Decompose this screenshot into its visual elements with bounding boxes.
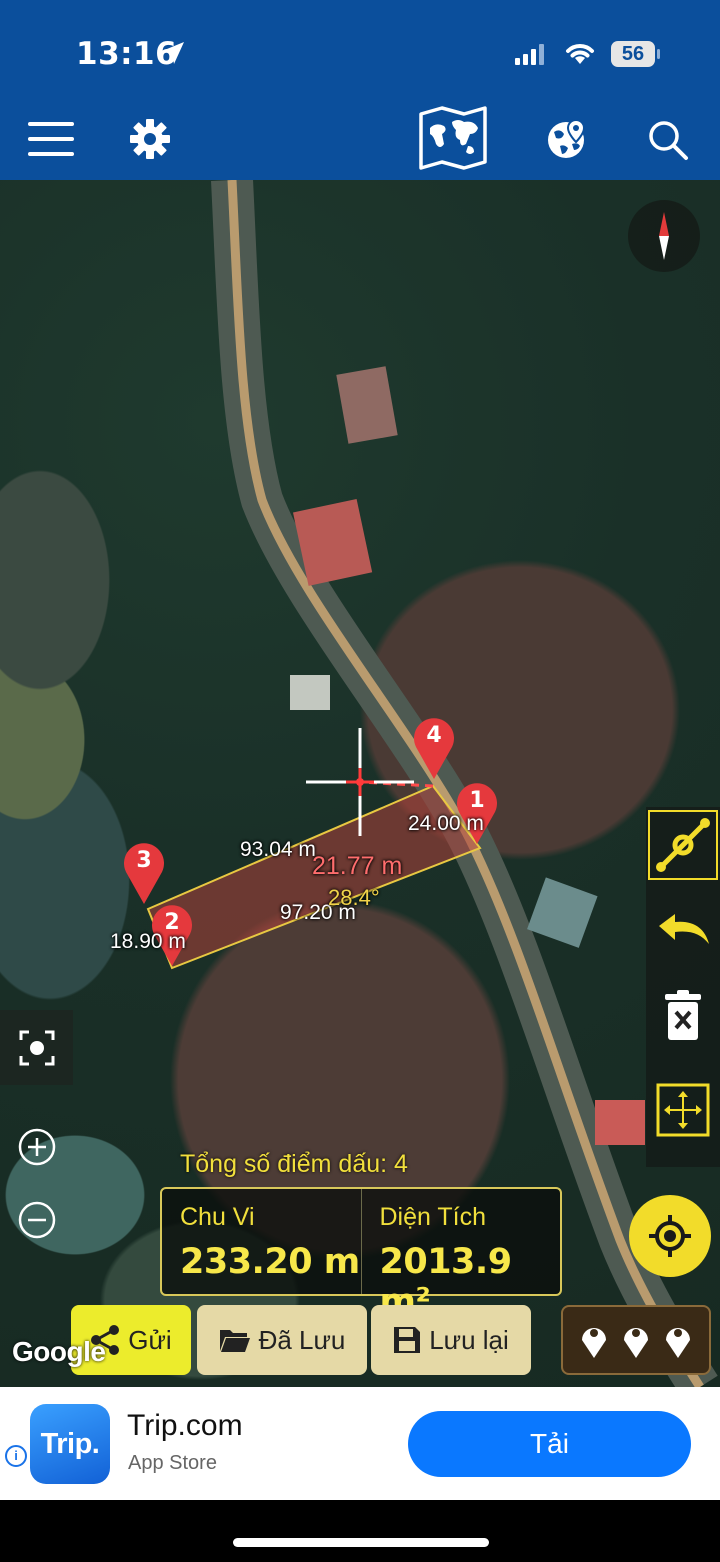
ad-banner[interactable]: i Trip. Trip.com App Store Tải	[0, 1387, 720, 1500]
perimeter-value: 233.20 m	[180, 1242, 360, 1282]
plus-circle-icon	[18, 1128, 55, 1166]
location-arrow-icon	[162, 42, 184, 64]
expand-icon	[656, 1083, 710, 1137]
map-pins-icon	[582, 1328, 690, 1358]
segment-label-top: 93.04 m	[240, 838, 316, 861]
ad-store-name: App Store	[128, 1452, 217, 1474]
cursor-angle: 28.4°	[328, 885, 380, 910]
home-indicator[interactable]	[233, 1538, 489, 1547]
perimeter-cell: Chu Vi 233.20 m	[162, 1189, 361, 1294]
ad-download-button[interactable]: Tải	[408, 1411, 691, 1477]
polyline-icon	[656, 818, 710, 872]
draw-line-button[interactable]	[648, 810, 718, 880]
screenshot-button[interactable]	[0, 1010, 73, 1085]
undo-icon	[659, 914, 709, 944]
marker-label: 4	[426, 723, 442, 748]
wifi-icon	[566, 44, 594, 64]
save-button[interactable]: Lưu lại	[371, 1305, 531, 1375]
floppy-disk-icon	[394, 1327, 421, 1353]
marker-label: 3	[136, 848, 152, 873]
area-cell: Diện Tích 2013.9 m²	[360, 1189, 561, 1322]
crosshair-target-icon	[649, 1215, 691, 1257]
zoom-in-button[interactable]	[0, 1112, 73, 1182]
folder-open-icon	[219, 1330, 250, 1352]
ad-info-icon[interactable]: i	[5, 1445, 27, 1467]
saved-button[interactable]: Đã Lưu	[197, 1305, 367, 1375]
marker-4[interactable]: 4	[412, 715, 456, 786]
focus-frame-icon	[19, 1030, 54, 1065]
status-bar: 13:16 56	[0, 0, 720, 100]
menu-icon[interactable]	[28, 122, 74, 156]
gear-icon[interactable]	[130, 119, 170, 159]
compass-button[interactable]	[628, 200, 700, 272]
compass-icon	[659, 212, 669, 260]
signal-icon	[515, 44, 544, 65]
top-toolbar	[0, 100, 720, 180]
saved-label: Đã Lưu	[258, 1324, 346, 1355]
satellite-map[interactable]: 4 1 3 2 93.04 m 97.20 m 24.00 m 18.90 m …	[0, 180, 720, 1387]
cursor-distance: 21.77 m	[312, 852, 403, 880]
save-label: Lưu lại	[429, 1324, 509, 1355]
segment-label-right: 24.00 m	[408, 812, 484, 835]
markers-button[interactable]	[561, 1305, 711, 1375]
trash-icon	[665, 990, 701, 1040]
marker-label: 1	[469, 788, 485, 813]
send-label: Gửi	[128, 1324, 172, 1355]
globe-pin-icon[interactable]	[546, 118, 588, 160]
minus-circle-icon	[18, 1201, 55, 1239]
segment-label-left: 18.90 m	[110, 930, 186, 953]
fit-bounds-button[interactable]	[648, 1075, 718, 1145]
search-icon[interactable]	[647, 119, 689, 161]
buildings	[290, 366, 645, 1145]
ad-app-name: Trip.com	[127, 1409, 243, 1442]
area-label: Diện Tích	[379, 1203, 487, 1231]
undo-button[interactable]	[648, 893, 718, 963]
home-indicator-area	[0, 1500, 720, 1562]
points-count: Tổng số điểm dấu: 4	[180, 1150, 408, 1178]
delete-button[interactable]	[648, 980, 718, 1050]
battery-indicator: 56	[611, 41, 655, 67]
google-attribution: Google	[12, 1336, 106, 1367]
trip-app-logo: Trip.	[30, 1404, 110, 1484]
perimeter-label: Chu Vi	[180, 1203, 255, 1231]
my-location-button[interactable]	[629, 1195, 711, 1277]
marker-3[interactable]: 3	[122, 840, 166, 911]
world-map-icon[interactable]	[418, 106, 488, 170]
battery-nub	[657, 49, 660, 59]
measurement-panel: Chu Vi 233.20 m Diện Tích 2013.9 m²	[160, 1187, 562, 1322]
zoom-out-button[interactable]	[0, 1185, 73, 1255]
